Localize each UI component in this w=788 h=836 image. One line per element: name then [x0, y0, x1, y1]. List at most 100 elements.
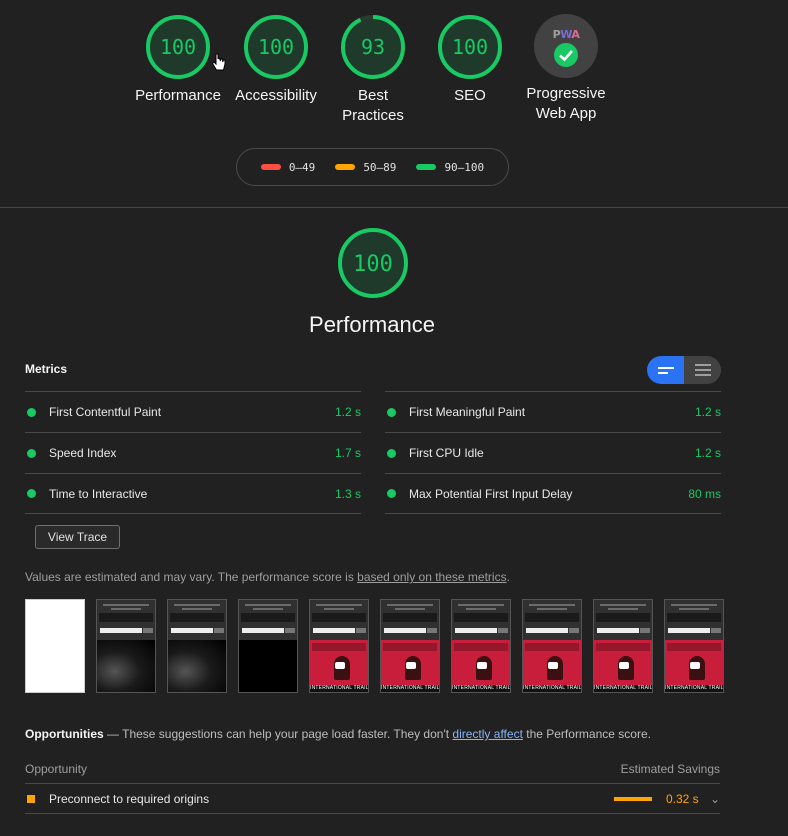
check-icon: [554, 43, 578, 67]
best-practices-gauge-ring: 93: [341, 15, 405, 79]
frame-caption: INTERNATIONAL TRAILER: [523, 685, 581, 692]
metric-value: 80 ms: [688, 486, 721, 501]
gauge-seo[interactable]: 100 SEO: [420, 14, 520, 106]
pass-dot-icon: [27, 407, 36, 417]
gauge-label-seo: SEO: [454, 87, 486, 104]
opportunities-intro: Opportunities — These suggestions can he…: [25, 727, 651, 741]
opportunity-label: Preconnect to required origins: [49, 791, 210, 806]
metric-value: 1.2 s: [694, 446, 721, 460]
metric-label: Speed Index: [49, 446, 117, 460]
legend-pass: 90–100: [416, 161, 484, 174]
frame-caption: INTERNATIONAL TRAILER: [665, 685, 723, 692]
pass-dot-icon: [387, 448, 396, 458]
performance-main-score: 100: [353, 252, 393, 277]
gauge-label-pwa: Progressive Web App: [526, 85, 606, 122]
accessibility-gauge-ring: 100: [244, 15, 308, 79]
performance-title: Performance: [309, 312, 435, 337]
expanded-view-button[interactable]: [684, 356, 721, 384]
seo-score: 100: [452, 35, 488, 59]
metric-row: Speed Index 1.7 s: [25, 432, 361, 473]
metric-value: 1.3 s: [334, 486, 361, 501]
metric-row: Max Potential First Input Delay 80 ms: [385, 473, 721, 514]
metric-row: First Meaningful Paint 1.2 s: [385, 391, 721, 432]
gauge-label-performance: Performance: [135, 87, 221, 104]
savings-value: 0.32 s: [665, 791, 699, 806]
gauge-accessibility[interactable]: 100 Accessibility: [226, 14, 326, 106]
opportunity-row[interactable]: Preconnect to required origins 0.32 s ⌄: [25, 783, 720, 814]
pass-dot-icon: [27, 448, 36, 458]
metric-label: First Contentful Paint: [49, 405, 162, 419]
frame-caption: INTERNATIONAL TRAILER: [594, 685, 652, 692]
metrics-header: Metrics: [25, 362, 68, 376]
filmstrip-frame: INTERNATIONAL TRAILER: [451, 599, 511, 693]
filmstrip-frame: [25, 599, 85, 693]
performance-score: 100: [160, 35, 196, 59]
seo-gauge-ring: 100: [438, 15, 502, 79]
pass-swatch: [416, 164, 437, 170]
performance-main-ring: 100: [338, 228, 408, 298]
fail-swatch: [260, 164, 281, 170]
metrics-note: Values are estimated and may vary. The p…: [25, 570, 510, 584]
metric-label: First Meaningful Paint: [409, 405, 526, 419]
pass-dot-icon: [387, 407, 396, 417]
metric-value: 1.2 s: [334, 405, 361, 419]
metric-label: First CPU Idle: [409, 446, 484, 460]
metrics-link[interactable]: based only on these metrics: [357, 570, 506, 584]
expanded-list-icon: [694, 364, 711, 376]
gauge-label-accessibility: Accessibility: [235, 87, 317, 104]
accessibility-score: 100: [258, 35, 294, 59]
pass-dot-icon: [27, 489, 36, 498]
filmstrip-frame: INTERNATIONAL TRAILER: [664, 599, 724, 693]
frame-caption: INTERNATIONAL TRAILER: [381, 685, 439, 692]
legend-fail-range: 0–49: [288, 160, 316, 174]
frame-caption: INTERNATIONAL TRAILER: [310, 685, 368, 692]
metric-row: Time to Interactive 1.3 s: [25, 473, 361, 514]
metric-label: Time to Interactive: [49, 486, 148, 501]
metric-row: First CPU Idle 1.2 s: [385, 432, 721, 473]
legend-pass-range: 90–100: [444, 160, 485, 174]
pass-dot-icon: [387, 489, 396, 498]
metrics-right-column: First Meaningful Paint 1.2 s First CPU I…: [385, 391, 721, 514]
legend-average: 50–89: [335, 161, 396, 174]
section-divider: [0, 207, 788, 208]
metric-row: First Contentful Paint 1.2 s: [25, 391, 361, 432]
score-legend: 0–49 50–89 90–100: [236, 148, 509, 186]
note-suffix: .: [506, 570, 510, 584]
savings-column-header: Estimated Savings: [620, 762, 720, 776]
opportunities-title: Opportunities: [25, 727, 104, 741]
hand-cursor-icon: [211, 53, 226, 71]
savings-bar: [613, 796, 652, 801]
metric-label: Max Potential First Input Delay: [409, 486, 573, 501]
filmstrip-frame: INTERNATIONAL TRAILER: [593, 599, 653, 693]
average-square-icon: [27, 794, 35, 803]
frame-caption: INTERNATIONAL TRAILER: [452, 685, 510, 692]
pwa-badge: PWA: [534, 14, 598, 78]
metrics-view-toggle[interactable]: [647, 356, 721, 384]
note-prefix: Values are estimated and may vary. The p…: [25, 570, 358, 584]
filmstrip-frame: [96, 599, 156, 693]
view-trace-button[interactable]: View Trace: [35, 525, 120, 549]
filmstrip-frame: INTERNATIONAL TRAILER: [309, 599, 369, 693]
filmstrip-frame: [238, 599, 298, 693]
best-practices-score: 93: [361, 35, 385, 59]
opportunities-header: Opportunity Estimated Savings: [25, 762, 720, 776]
metric-value: 1.2 s: [694, 405, 721, 419]
chevron-down-icon[interactable]: ⌄: [710, 792, 720, 806]
opportunity-column-header: Opportunity: [25, 762, 88, 776]
gauge-best-practices[interactable]: 93 Best Practices: [323, 14, 423, 126]
average-swatch: [335, 164, 356, 170]
compact-list-icon: [657, 366, 674, 374]
directly-affect-link[interactable]: directly affect: [452, 727, 522, 741]
filmstrip-frame: INTERNATIONAL TRAILER: [522, 599, 582, 693]
gauge-label-best-practices: Best Practices: [342, 87, 404, 124]
gauge-pwa[interactable]: PWA Progressive Web App: [516, 14, 616, 124]
metrics-left-column: First Contentful Paint 1.2 s Speed Index…: [25, 391, 361, 514]
metric-value: 1.7 s: [334, 446, 361, 460]
filmstrip: INTERNATIONAL TRAILER INTERNATIONAL TRAI…: [25, 599, 724, 693]
legend-average-range: 50–89: [363, 160, 397, 174]
performance-gauge-ring: 100: [146, 15, 210, 79]
compact-view-button[interactable]: [647, 356, 684, 384]
opportunities-desc-prefix: These suggestions can help your page loa…: [122, 727, 453, 741]
legend-fail: 0–49: [260, 160, 316, 174]
opportunities-desc-suffix: the Performance score.: [522, 727, 651, 741]
